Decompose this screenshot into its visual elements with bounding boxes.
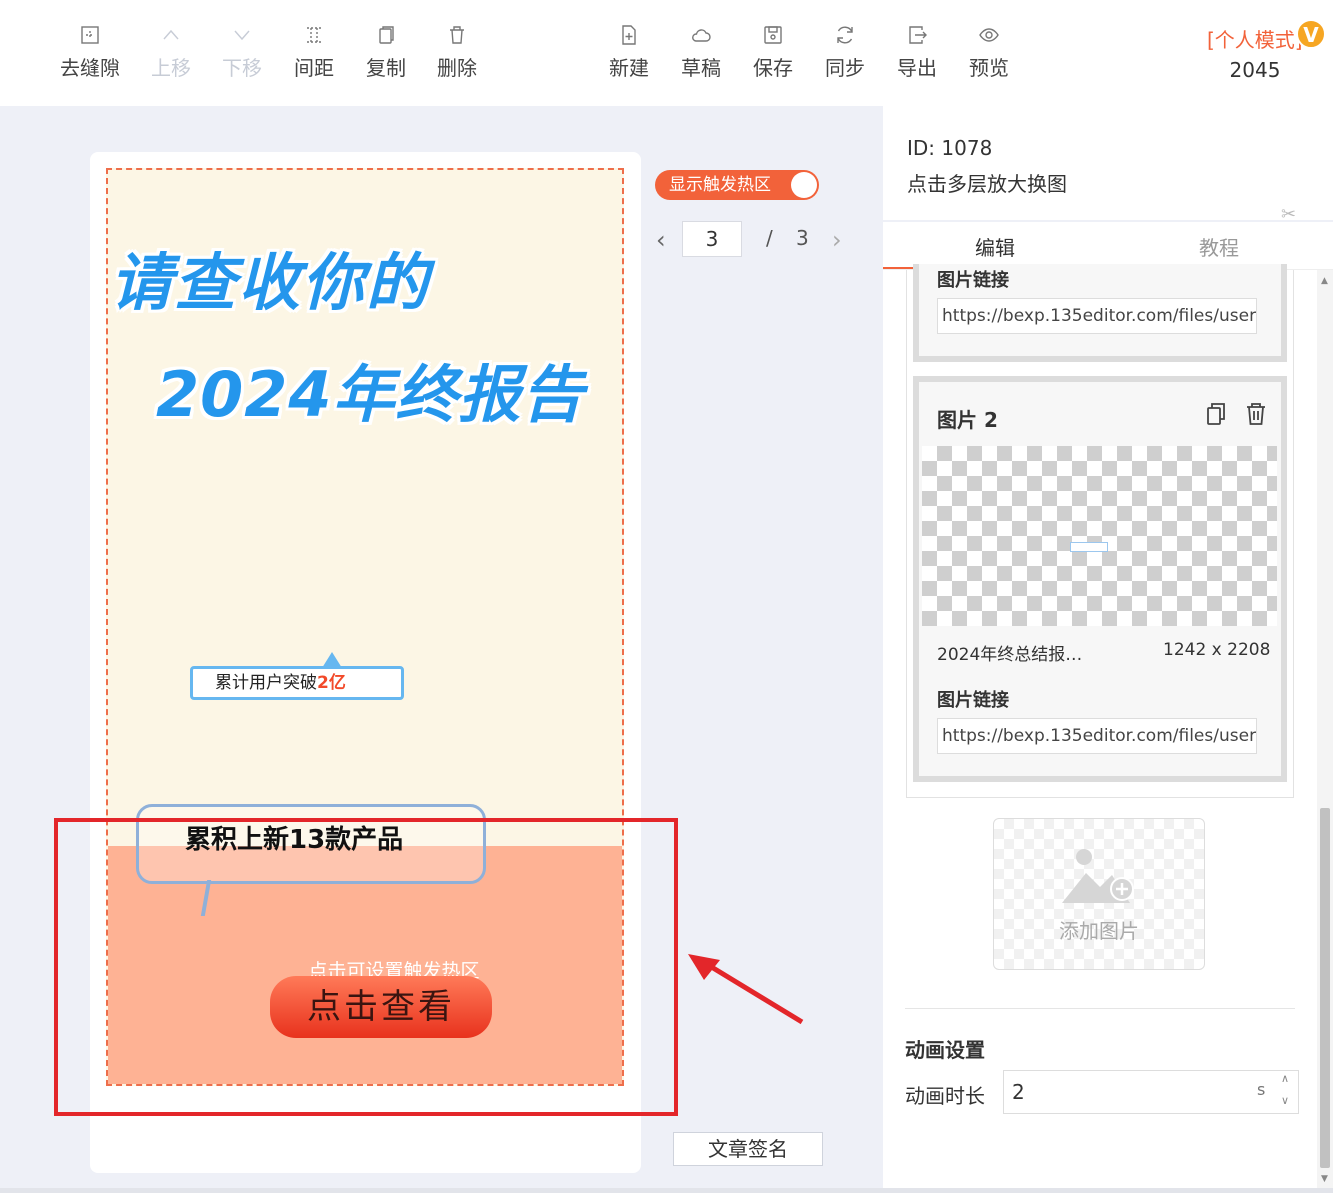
image-filename: 2024年终总结报… [937, 645, 1083, 665]
toolbar: 去缝隙 上移 下移 间距 复制 删除 新建 草稿 保存 同步 导出 预览 [个人… [0, 0, 1333, 107]
image-card-1: 图片链接 https://bexp.135editor.com/files/us… [913, 264, 1287, 362]
vip-badge: V [1296, 19, 1326, 49]
new-button[interactable]: 新建 [593, 24, 665, 81]
toggle-label: 显示触发热区 [669, 175, 771, 195]
move-up-button[interactable]: 上移 [135, 24, 207, 81]
add-picture-icon [1062, 849, 1134, 903]
image-preview[interactable] [922, 446, 1277, 626]
scroll-up-icon[interactable]: ▲ [1321, 276, 1328, 286]
move-down-button[interactable]: 下移 [206, 24, 278, 81]
scroll-down-icon[interactable]: ▼ [1321, 1174, 1328, 1184]
tabs-separator [883, 220, 1333, 222]
canvas-workspace: 请查收你的 2024年终报告 累计用户突破2亿 累积上新13款产品 点击可设置触… [0, 106, 883, 1193]
draft-label: 草稿 [681, 56, 721, 80]
card2-title: 图片 2 [937, 408, 998, 432]
new-label: 新建 [609, 56, 649, 80]
copy-button[interactable]: 复制 [350, 24, 422, 81]
chevron-right-icon[interactable]: › [832, 226, 842, 254]
remove-gap-icon [81, 26, 99, 44]
export-icon [909, 26, 927, 44]
article-signature-button[interactable]: 文章签名 [673, 1132, 823, 1166]
new-file-icon [622, 25, 636, 45]
spacing-icon [307, 27, 321, 43]
trash-icon[interactable] [1245, 402, 1267, 426]
card1-link-input[interactable]: https://bexp.135editor.com/files/users/0… [937, 298, 1257, 334]
tab-edit[interactable]: 编辑 [883, 232, 1107, 261]
component-id: ID: 1078 [907, 136, 993, 160]
save-icon [764, 26, 782, 44]
save-label: 保存 [753, 56, 793, 80]
copy-icon[interactable] [1205, 402, 1227, 426]
scrollbar-thumb[interactable] [1320, 808, 1330, 1168]
page-separator: / [766, 226, 773, 250]
image-thumbnail [1070, 542, 1108, 552]
sync-label: 同步 [825, 56, 865, 80]
spacing-button[interactable]: 间距 [278, 24, 350, 81]
image-card-2: 图片 2 2024年终总结报… 1242 x 2208 图片链接 https:/… [913, 376, 1287, 782]
speech-bubble-users: 累计用户突破2亿 [190, 666, 404, 700]
spacing-label: 间距 [294, 56, 334, 80]
delete-label: 删除 [437, 56, 477, 80]
component-name: 点击多层放大换图 [907, 172, 1067, 196]
copy-icon [379, 26, 394, 44]
page-total: 3 [796, 226, 809, 250]
preview-button[interactable]: 预览 [953, 24, 1025, 81]
preview-label: 预览 [969, 56, 1009, 80]
chevron-left-icon[interactable]: ‹ [656, 226, 666, 254]
eye-icon [979, 28, 999, 42]
poster-title-line2: 2024年终报告 [156, 358, 585, 431]
card2-link-label: 图片链接 [937, 690, 1009, 711]
chevron-up-icon [163, 29, 179, 40]
trash-icon [450, 26, 464, 44]
count-display: 2045 [1229, 58, 1281, 82]
animation-duration-label: 动画时长 [905, 1084, 985, 1108]
copy-label: 复制 [366, 56, 406, 80]
show-hot-zone-toggle[interactable]: 显示触发热区 [655, 170, 819, 200]
settings-panel: ID: 1078 点击多层放大换图 ✂ 编辑 教程 图片链接 https://b… [883, 106, 1333, 1193]
remove-gap-button[interactable]: 去缝隙 [54, 24, 126, 81]
animation-duration-input[interactable]: 2 [1003, 1070, 1299, 1114]
annotation-highlight-box [54, 818, 678, 1116]
bubble1-highlight: 2亿 [317, 673, 346, 693]
draft-button[interactable]: 草稿 [665, 24, 737, 81]
tab-tutorial[interactable]: 教程 [1107, 232, 1331, 261]
remove-gap-label: 去缝隙 [60, 56, 120, 80]
export-button[interactable]: 导出 [881, 24, 953, 81]
card2-link-input[interactable]: https://bexp.135editor.com/files/users/0… [937, 718, 1257, 754]
move-down-label: 下移 [222, 56, 262, 80]
stepper-down-icon[interactable]: ∨ [1281, 1094, 1289, 1107]
stepper-up-icon[interactable]: ∧ [1281, 1072, 1289, 1085]
card1-link-label: 图片链接 [937, 270, 1009, 291]
animation-settings-title: 动画设置 [905, 1038, 985, 1062]
move-up-label: 上移 [151, 56, 191, 80]
poster-title-line1: 请查收你的 [110, 246, 431, 319]
cloud-icon [692, 29, 711, 42]
sync-icon [837, 26, 853, 44]
image-dimensions: 1242 x 2208 [1163, 640, 1271, 660]
bubble1-text: 累计用户突破 [215, 673, 317, 693]
mode-indicator[interactable]: [个人模式] [1207, 24, 1303, 53]
chevron-down-icon [234, 30, 250, 41]
page-number-input[interactable]: 3 [682, 221, 742, 257]
save-button[interactable]: 保存 [737, 24, 809, 81]
bottom-border [0, 1188, 1333, 1193]
animation-divider [905, 1008, 1295, 1009]
toggle-knob [791, 172, 817, 198]
add-image-label: 添加图片 [1059, 919, 1139, 943]
animation-unit: s [1257, 1080, 1266, 1099]
annotation-arrow-icon [688, 954, 804, 1025]
export-label: 导出 [897, 56, 937, 80]
add-image-button[interactable]: 添加图片 [993, 818, 1205, 970]
delete-button[interactable]: 删除 [421, 24, 493, 81]
sync-button[interactable]: 同步 [809, 24, 881, 81]
